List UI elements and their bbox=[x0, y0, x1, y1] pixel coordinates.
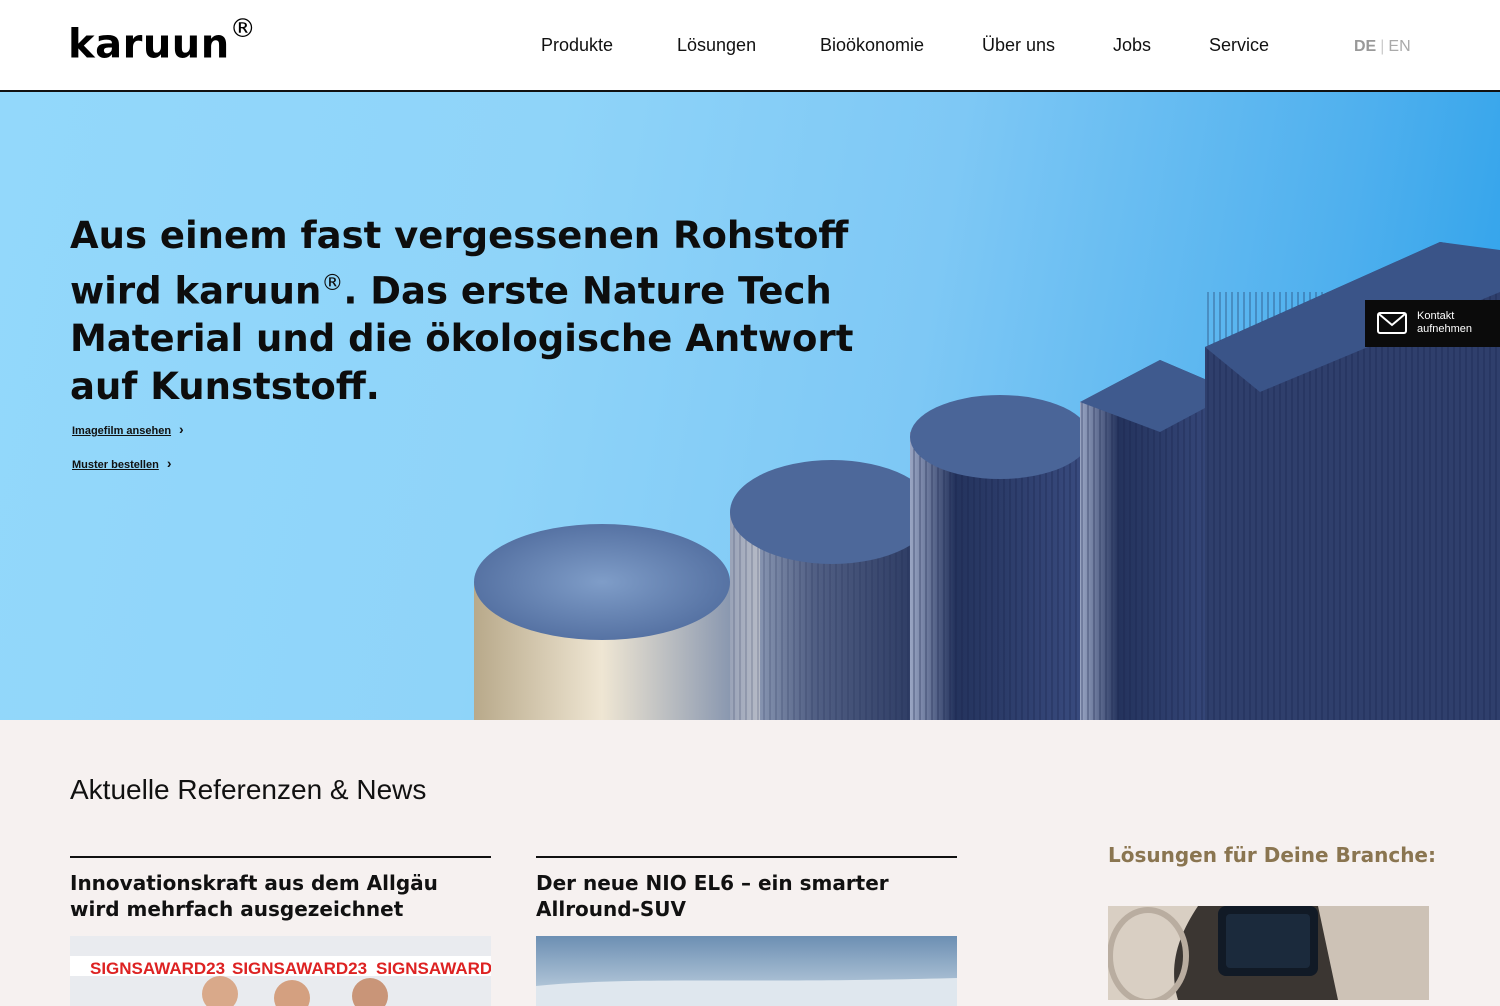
news-card-title[interactable]: Innovationskraft aus dem Allgäu wird meh… bbox=[70, 870, 491, 922]
news-card[interactable]: Innovationskraft aus dem Allgäu wird meh… bbox=[70, 856, 491, 1006]
language-switcher: DE | EN bbox=[1354, 38, 1411, 56]
lang-en[interactable]: EN bbox=[1388, 38, 1410, 55]
nav-item-service[interactable]: Service bbox=[1209, 35, 1269, 56]
nav-item-biooekonomie[interactable]: Bioökonomie bbox=[820, 35, 924, 56]
hero-title: Aus einem fast vergessenen Rohstoff wird… bbox=[70, 212, 870, 411]
award-banner-text-1: SIGNSAWARD23 bbox=[90, 959, 225, 978]
contact-button[interactable]: Kontakt aufnehmen bbox=[1365, 300, 1500, 347]
contact-button-label: Kontakt aufnehmen bbox=[1417, 310, 1472, 336]
nav-item-loesungen[interactable]: Lösungen bbox=[677, 35, 756, 56]
nav-item-produkte[interactable]: Produkte bbox=[541, 35, 613, 56]
news-card-image[interactable] bbox=[536, 936, 957, 1006]
logo[interactable]: karuun® bbox=[68, 14, 256, 68]
hero-banner: Aus einem fast vergessenen Rohstoff wird… bbox=[0, 92, 1500, 720]
imagefilm-link-label: Imagefilm ansehen bbox=[72, 425, 172, 437]
news-card-image[interactable]: SIGNSAWARD23 SIGNSAWARD23 SIGNSAWARD23 bbox=[70, 936, 491, 1006]
muster-bestellen-link-label: Muster bestellen bbox=[72, 459, 159, 471]
contact-label-line2: aufnehmen bbox=[1417, 323, 1473, 335]
award-banner-text-2: SIGNSAWARD23 bbox=[232, 959, 367, 978]
nav-item-jobs[interactable]: Jobs bbox=[1113, 35, 1151, 56]
branch-solutions-title: Lösungen für Deine Branche: bbox=[1108, 843, 1436, 867]
chevron-right-icon: › bbox=[166, 455, 172, 471]
award-banner-text-3: SIGNSAWARD23 bbox=[376, 959, 491, 978]
lang-de[interactable]: DE bbox=[1354, 38, 1376, 55]
news-card[interactable]: Der neue NIO EL6 – ein smarter Allround-… bbox=[536, 856, 957, 1006]
branch-image[interactable] bbox=[1108, 906, 1429, 1000]
hero-title-registered-mark: ® bbox=[321, 271, 344, 296]
nav-item-ueber-uns[interactable]: Über uns bbox=[982, 35, 1055, 56]
site-header: karuun® Produkte Lösungen Bioökonomie Üb… bbox=[0, 0, 1500, 92]
contact-label-line1: Kontakt bbox=[1417, 310, 1455, 322]
news-card-title[interactable]: Der neue NIO EL6 – ein smarter Allround-… bbox=[536, 870, 957, 922]
logo-text: karuun bbox=[68, 21, 230, 68]
logo-registered-mark: ® bbox=[229, 14, 257, 44]
imagefilm-link[interactable]: Imagefilm ansehen › bbox=[72, 421, 184, 437]
car-interior-photo bbox=[1108, 906, 1429, 1000]
mail-icon bbox=[1377, 312, 1407, 334]
lang-separator: | bbox=[1380, 38, 1385, 55]
car-photo bbox=[536, 936, 957, 1006]
award-photo: SIGNSAWARD23 SIGNSAWARD23 SIGNSAWARD23 bbox=[70, 936, 491, 1006]
muster-bestellen-link[interactable]: Muster bestellen › bbox=[72, 455, 171, 471]
chevron-right-icon: › bbox=[179, 421, 184, 437]
news-section-title: Aktuelle Referenzen & News bbox=[70, 774, 427, 805]
